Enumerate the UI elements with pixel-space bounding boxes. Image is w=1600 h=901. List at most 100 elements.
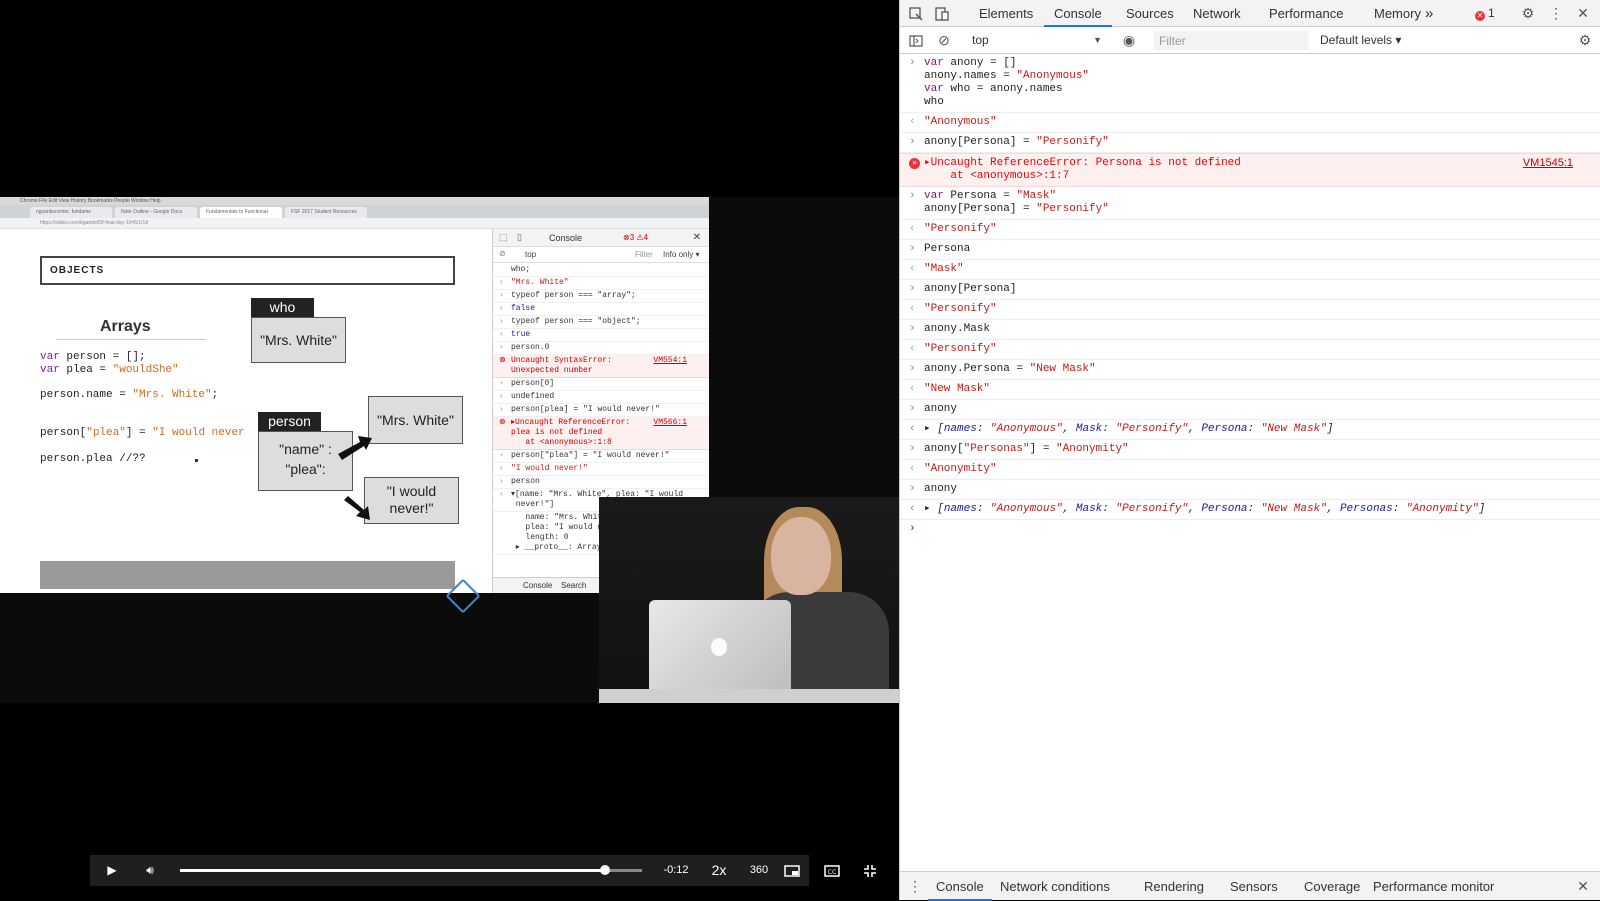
drawer-menu-icon[interactable]: ⋮ bbox=[904, 872, 926, 901]
line-text: Uncaught SyntaxError: Unexpected number bbox=[511, 356, 612, 375]
device-toolbar-icon[interactable] bbox=[931, 0, 953, 27]
error-icon: ✕ bbox=[1475, 11, 1485, 21]
console-filter-input[interactable] bbox=[1154, 31, 1309, 50]
seek-bar[interactable] bbox=[180, 865, 642, 875]
mini-console-line: › person["plea"] = "I would never!" bbox=[493, 450, 709, 463]
drawer-tab-console[interactable]: Console bbox=[928, 872, 992, 901]
mini-levels: Info only ▾ bbox=[663, 250, 700, 259]
console-result-line: ‹ "Mask" bbox=[900, 260, 1600, 280]
drawer-tab-coverage[interactable]: Coverage bbox=[1296, 872, 1368, 901]
volume-icon[interactable]: 🔊︎ bbox=[140, 855, 160, 886]
code-keyword: var bbox=[40, 364, 60, 376]
capture-tab: Note Outline - Google Docs bbox=[115, 207, 197, 218]
prompt-chevron-icon: › bbox=[909, 523, 916, 535]
svg-text:CC: CC bbox=[828, 869, 836, 876]
tab-sources[interactable]: Sources bbox=[1116, 0, 1184, 27]
quality-button[interactable]: 360 bbox=[742, 855, 776, 886]
line-prefix-icon: › bbox=[499, 451, 504, 460]
drawer-tab-performance-monitor[interactable]: Performance monitor bbox=[1365, 872, 1502, 901]
console-obj-line[interactable]: ‹ ▸ [names: "Anonymous", Mask: "Personify… bbox=[900, 500, 1600, 520]
closed-captions-icon[interactable]: CC bbox=[822, 855, 842, 886]
seek-bar-thumb[interactable] bbox=[600, 865, 611, 875]
slide-nav-arrows-icon[interactable] bbox=[444, 577, 482, 615]
kebab-menu-icon[interactable]: ⋮ bbox=[1545, 0, 1567, 27]
line-text: person[plea] = "I would never!" bbox=[511, 405, 660, 414]
code-text: ] = bbox=[125, 427, 153, 439]
line-prefix-icon: › bbox=[499, 405, 504, 414]
result-arrow-icon: ‹ bbox=[909, 503, 916, 515]
prompt-input[interactable] bbox=[924, 523, 931, 535]
error-count-badge[interactable]: ✕ 1 bbox=[1475, 0, 1495, 27]
console-line-text: Persona bbox=[924, 243, 971, 255]
console-line-text: "Anonymity" bbox=[924, 463, 997, 475]
video-frame[interactable]: Chrome File Edit View History Bookmarks … bbox=[0, 197, 899, 703]
close-drawer-icon[interactable]: ✕ bbox=[1572, 872, 1594, 901]
result-arrow-icon: ‹ bbox=[909, 463, 916, 475]
drawer-tab-network-conditions[interactable]: Network conditions bbox=[992, 872, 1118, 901]
line-prefix-icon: › bbox=[499, 317, 504, 326]
log-levels-select[interactable]: Default levels ▾ bbox=[1320, 31, 1401, 50]
drawer-tab-rendering[interactable]: Rendering bbox=[1136, 872, 1212, 901]
code-text: person.name = bbox=[40, 389, 133, 401]
input-chevron-icon: › bbox=[909, 136, 916, 148]
mini-devtools-toolbar: ⊘ top Filter Info only ▾ bbox=[493, 247, 709, 263]
exit-fullscreen-icon[interactable] bbox=[860, 855, 880, 886]
tab-elements[interactable]: Elements bbox=[969, 0, 1043, 27]
tab-console[interactable]: Console bbox=[1044, 0, 1112, 27]
drawer-tab-sensors[interactable]: Sensors bbox=[1222, 872, 1286, 901]
console-result-line: ‹ "Personify" bbox=[900, 340, 1600, 360]
tab-network[interactable]: Network bbox=[1183, 0, 1251, 27]
code-text: person[ bbox=[40, 427, 87, 439]
picture-in-picture-icon[interactable] bbox=[782, 855, 802, 886]
line-text: "I would never!" bbox=[511, 464, 588, 473]
play-icon[interactable]: ▶ bbox=[104, 855, 120, 886]
result-arrow-icon: ‹ bbox=[909, 383, 916, 395]
mini-context-select: top bbox=[525, 250, 537, 259]
mini-console-line: › person.0 bbox=[493, 342, 709, 355]
close-icon: ✕ bbox=[692, 232, 701, 243]
code-string: "plea" bbox=[86, 427, 126, 439]
code-string: "Mrs. White" bbox=[132, 389, 212, 401]
console-settings-gear-icon[interactable]: ⚙ bbox=[1574, 27, 1596, 54]
line-text: false bbox=[511, 304, 536, 313]
result-arrow-icon: ‹ bbox=[909, 423, 916, 435]
source-link: VM554:1 bbox=[653, 356, 687, 365]
console-output[interactable]: › var anony = [] anony.names = "Anonymous… bbox=[900, 54, 1600, 871]
capture-tabbar: ngvanbucenter. fundame Note Outline - Go… bbox=[0, 205, 709, 218]
code-text: ; bbox=[211, 389, 219, 401]
line-prefix-icon: ‹ bbox=[499, 330, 504, 339]
show-sidebar-icon[interactable] bbox=[905, 27, 927, 54]
line-prefix-icon: ‹ bbox=[499, 304, 504, 313]
console-result-line: ‹ "Anonymous" bbox=[900, 113, 1600, 133]
settings-gear-icon[interactable]: ⚙ bbox=[1517, 0, 1539, 27]
line-text: undefined bbox=[511, 392, 555, 401]
time-remaining: -0:12 bbox=[663, 864, 689, 876]
line-prefix-icon: › bbox=[499, 477, 504, 486]
console-line-text: "Personify" bbox=[924, 223, 997, 235]
console-obj-line[interactable]: ‹ ▸ [names: "Anonymous", Mask: "Personify… bbox=[900, 420, 1600, 440]
mini-console-line: ‹ true bbox=[493, 329, 709, 342]
close-devtools-icon[interactable]: ✕ bbox=[1572, 0, 1594, 27]
playback-speed-button[interactable]: 2x bbox=[704, 855, 734, 886]
input-chevron-icon: › bbox=[909, 283, 916, 295]
line-prefix-icon: ‹ bbox=[499, 278, 504, 287]
live-expression-eye-icon[interactable]: ◉ bbox=[1118, 27, 1140, 54]
mini-console-line: who; bbox=[493, 264, 709, 277]
mini-console-line: ‹ undefined bbox=[493, 391, 709, 404]
console-input-line: › anony[Persona] bbox=[900, 280, 1600, 300]
slide-objects-header: OBJECTS bbox=[40, 256, 455, 285]
inspect-element-icon[interactable] bbox=[905, 0, 927, 27]
clear-console-icon[interactable]: ⊘ bbox=[933, 27, 955, 54]
more-tabs-button[interactable]: » bbox=[1415, 0, 1443, 27]
line-prefix-icon: ‹ bbox=[499, 464, 504, 473]
console-input-line: › anony.Mask bbox=[900, 320, 1600, 340]
error-icon: ✕ bbox=[909, 158, 920, 169]
console-prompt[interactable]: › bbox=[900, 520, 1600, 539]
video-player[interactable]: Chrome File Edit View History Bookmarks … bbox=[0, 0, 899, 900]
arrow-to-mrs-white bbox=[338, 436, 372, 460]
tab-performance[interactable]: Performance bbox=[1259, 0, 1353, 27]
context-select[interactable]: top ▼ bbox=[968, 31, 1106, 50]
console-line-text: anony[Persona] bbox=[924, 283, 1017, 295]
capture-tab: ngvanbucenter. fundame bbox=[30, 207, 112, 218]
source-location-link[interactable]: VM1545:1 bbox=[1523, 157, 1573, 170]
